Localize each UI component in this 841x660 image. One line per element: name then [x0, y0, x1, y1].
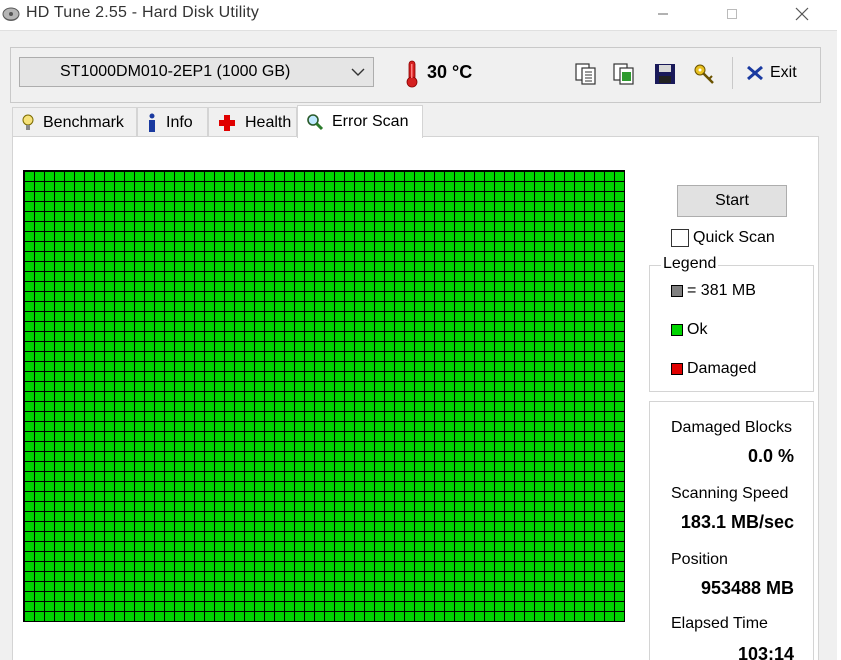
scan-block-grid	[24, 171, 624, 621]
tab-label: Benchmark	[43, 113, 124, 131]
exit-x-icon	[747, 65, 763, 81]
tab-health[interactable]: Health	[208, 107, 297, 137]
damaged-blocks-value: 0.0 %	[747, 446, 794, 466]
legend-block-size: = 381 MB	[687, 282, 756, 299]
tab-error-scan[interactable]: Error Scan	[297, 105, 423, 138]
position-label: Position	[671, 551, 728, 568]
elapsed-time-label: Elapsed Time	[671, 615, 768, 632]
error-scan-panel: Start Quick Scan Legend = 381 MB Ok Dama…	[12, 136, 819, 660]
gray-swatch	[671, 285, 683, 297]
legend-ok: Ok	[687, 321, 708, 338]
copy-screenshot-icon[interactable]	[611, 61, 637, 87]
title-bar: HD Tune 2.55 - Hard Disk Utility	[0, 0, 841, 28]
elapsed-time-value: 103:14	[737, 644, 794, 660]
start-button[interactable]: Start	[677, 185, 787, 217]
window-title: HD Tune 2.55 - Hard Disk Utility	[26, 4, 260, 21]
chevron-down-icon	[351, 68, 365, 76]
scanning-speed-label: Scanning Speed	[671, 485, 789, 502]
tab-label: Error Scan	[332, 113, 409, 130]
exit-button[interactable]: Exit	[746, 59, 797, 87]
main-window: ST1000DM010-2EP1 (1000 GB) 30 °C Exit Be…	[0, 30, 837, 660]
scanning-speed-value: 183.1 MB/sec	[680, 512, 794, 532]
lightbulb-icon	[22, 114, 34, 130]
window-edge	[837, 30, 841, 660]
quick-scan-label: Quick Scan	[693, 229, 775, 246]
drive-select-value: ST1000DM010-2EP1 (1000 GB)	[60, 63, 291, 80]
maximize-icon	[727, 9, 737, 19]
tab-label: Health	[245, 113, 292, 131]
maximize-button[interactable]	[709, 0, 755, 28]
tab-benchmark[interactable]: Benchmark	[12, 107, 137, 137]
scan-block-map	[23, 170, 625, 622]
close-icon	[795, 7, 809, 21]
hdd-app-icon	[2, 7, 20, 21]
exit-label: Exit	[770, 64, 797, 81]
tab-info[interactable]: Info	[137, 107, 208, 137]
info-icon	[149, 113, 155, 132]
damaged-blocks-label: Damaged Blocks	[671, 419, 792, 436]
toolbar-separator	[732, 57, 733, 89]
copy-text-icon[interactable]	[573, 61, 599, 87]
position-value: 953488 MB	[700, 578, 794, 598]
temperature-value: 30 °C	[427, 62, 473, 82]
toolbar: ST1000DM010-2EP1 (1000 GB) 30 °C Exit	[10, 47, 821, 103]
magnifier-icon	[307, 114, 324, 131]
save-icon[interactable]	[652, 61, 678, 87]
options-keys-icon[interactable]	[691, 61, 717, 87]
thermometer-icon	[406, 60, 418, 88]
red-swatch	[671, 363, 683, 375]
legend-item-ok: Ok	[671, 321, 707, 339]
green-swatch	[671, 324, 683, 336]
quick-scan-option[interactable]: Quick Scan	[671, 229, 775, 247]
drive-select[interactable]: ST1000DM010-2EP1 (1000 GB)	[19, 57, 374, 87]
legend-damaged: Damaged	[687, 360, 757, 377]
tab-label: Info	[166, 113, 193, 131]
legend-item-damaged: Damaged	[671, 360, 756, 378]
quick-scan-checkbox[interactable]	[671, 229, 689, 247]
close-button[interactable]	[779, 0, 825, 28]
legend-item-block-size: = 381 MB	[671, 282, 756, 300]
minimize-button[interactable]	[640, 0, 686, 28]
health-cross-icon	[219, 114, 235, 131]
minimize-icon	[658, 13, 668, 15]
legend-title: Legend	[661, 255, 719, 273]
